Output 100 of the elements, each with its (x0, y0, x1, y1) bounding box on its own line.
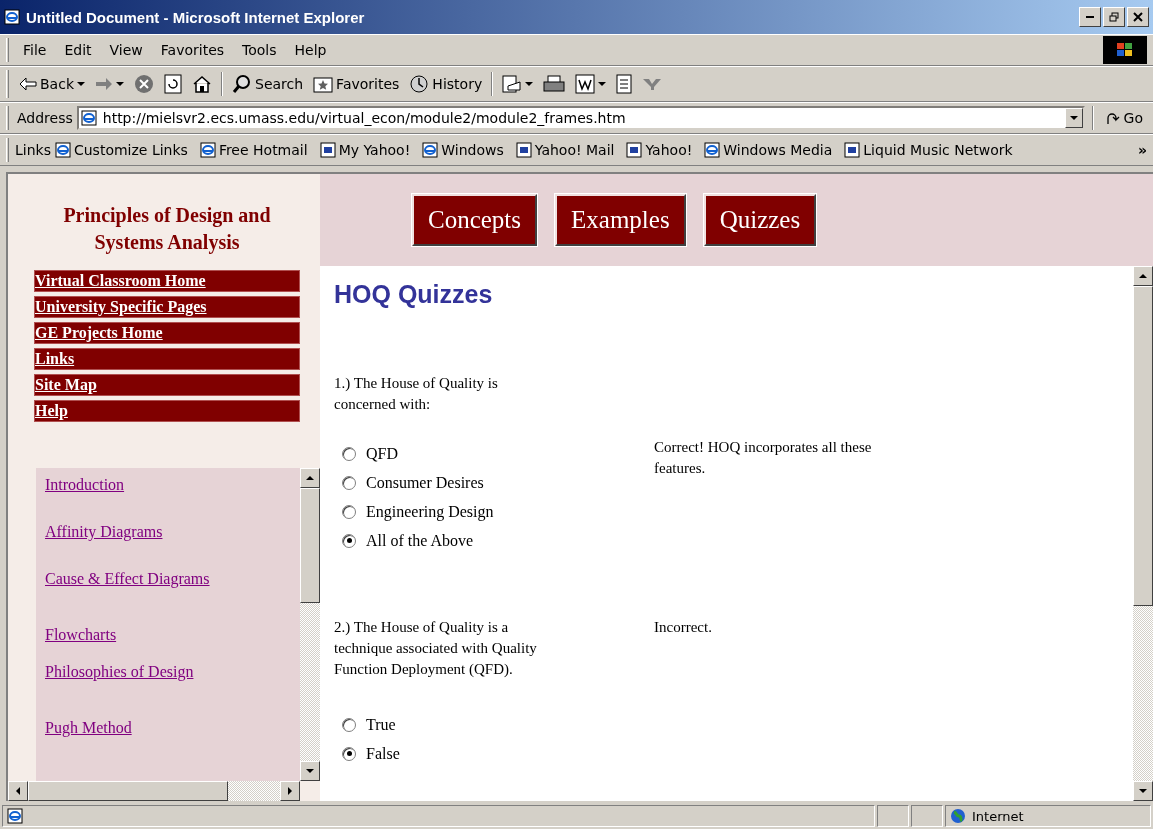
stop-icon (134, 74, 154, 94)
feedback-text: Incorrect. (654, 618, 713, 637)
links-label: Links (15, 142, 51, 158)
restore-button[interactable] (1103, 7, 1125, 27)
search-icon (232, 74, 252, 94)
topic-link[interactable]: Introduction (45, 476, 125, 494)
back-button[interactable]: Back (15, 74, 89, 94)
close-icon (1133, 12, 1143, 22)
topic-link[interactable]: Flowcharts (45, 626, 117, 644)
go-button[interactable]: Go (1100, 108, 1147, 128)
caret-icon (16, 787, 20, 795)
radio-button[interactable] (342, 504, 356, 519)
ie-icon (704, 142, 721, 158)
radio-button[interactable] (342, 533, 356, 548)
ie-icon (422, 142, 439, 158)
nav-link[interactable]: Site Map (34, 374, 300, 396)
nav-link[interactable]: Help (34, 400, 300, 422)
answer-option[interactable]: True (342, 710, 654, 739)
menu-item[interactable]: Help (286, 40, 335, 60)
minimize-button[interactable] (1079, 7, 1101, 27)
caret-icon (1069, 116, 1078, 120)
address-label: Address (17, 110, 73, 126)
menu-item[interactable]: Favorites (152, 40, 233, 60)
page-icon (319, 142, 336, 158)
question-text: 2.) The House of Quality is a technique associated with Quality Function Deployment (QFD). (334, 618, 538, 679)
go-arrow-icon (1104, 110, 1121, 126)
menu-item[interactable]: Tools (234, 40, 285, 60)
search-button[interactable]: Search (228, 72, 308, 96)
nav-button[interactable]: Quizzes (703, 194, 817, 246)
mail-icon (502, 74, 523, 94)
nav-button[interactable]: Examples (555, 194, 686, 246)
globe-icon (950, 808, 966, 824)
nav-link[interactable]: GE Projects Home (34, 322, 300, 344)
link-button[interactable]: Yahoo! (624, 140, 701, 160)
menu-item[interactable]: View (101, 40, 151, 60)
back-arrow-icon (19, 77, 37, 91)
link-button[interactable]: Yahoo! Mail (513, 140, 623, 160)
radio-button[interactable] (342, 446, 356, 461)
window-title: Untitled Document - Microsoft Internet Explorer (26, 8, 366, 26)
messenger-icon (642, 77, 663, 91)
home-icon (192, 75, 212, 93)
ie-icon (54, 142, 71, 158)
zone-label: Internet (972, 808, 1024, 824)
menu-item[interactable]: File (15, 40, 55, 60)
answer-option[interactable]: Engineering Design (342, 497, 654, 526)
refresh-icon (164, 74, 182, 94)
link-button[interactable]: Customize Links (52, 140, 196, 160)
nav-link[interactable]: Links (34, 348, 300, 370)
history-button[interactable]: History (405, 72, 487, 96)
forward-arrow-icon (95, 77, 113, 91)
flag-icon (1116, 42, 1134, 58)
status-pane (877, 805, 909, 827)
page-heading: HOQ Quizzes (334, 280, 494, 309)
site-title: Principles of Design and Systems Analysis (62, 203, 272, 256)
minimize-icon (1086, 16, 1094, 18)
page-icon (7, 808, 23, 824)
ie-icon (199, 142, 216, 158)
restore-icon (1109, 12, 1119, 22)
answer-option[interactable]: All of the Above (342, 526, 654, 555)
link-button[interactable]: Windows Media (702, 140, 841, 160)
link-button[interactable]: Free Hotmail (197, 140, 316, 160)
link-button[interactable]: Windows (420, 140, 512, 160)
printer-icon (543, 75, 566, 93)
topic-link[interactable]: Affinity Diagrams (45, 523, 163, 541)
nav-link[interactable]: Virtual Classroom Home (34, 270, 300, 292)
document-edit-icon (575, 74, 596, 94)
favorites-button[interactable]: Favorites (309, 73, 404, 95)
more-chevron[interactable]: » (1137, 142, 1147, 158)
radio-button[interactable] (342, 717, 356, 732)
horizontal-scrollbar[interactable] (8, 781, 300, 801)
answer-option[interactable]: False (342, 739, 654, 768)
caret-icon (1139, 789, 1147, 793)
app-icon (4, 9, 20, 25)
topic-link[interactable]: Cause & Effect Diagrams (45, 570, 210, 588)
feedback-text: Correct! HOQ incorporates all these features. (654, 438, 873, 478)
topic-link[interactable]: Pugh Method (45, 719, 132, 737)
dropdown-button[interactable] (1064, 108, 1083, 128)
caret-icon (306, 476, 314, 480)
caret-icon (288, 787, 292, 795)
answer-option[interactable]: QFD (342, 439, 654, 468)
document-icon (616, 74, 633, 94)
page-icon (515, 142, 532, 158)
topic-link[interactable]: Philosophies of Design (45, 663, 194, 681)
link-button[interactable]: My Yahoo! (317, 140, 419, 160)
star-folder-icon (313, 75, 334, 93)
caret-icon (306, 769, 314, 773)
link-button[interactable]: Liquid Music Network (842, 140, 1021, 160)
scrollbar[interactable] (1133, 266, 1153, 801)
address-field[interactable]: http://mielsvr2.ecs.umass.edu/virtual_econ/module2/module2_frames.htm (76, 106, 1085, 130)
close-button[interactable] (1127, 7, 1149, 27)
answer-option[interactable]: Consumer Desires (342, 468, 654, 497)
nav-link[interactable]: University Specific Pages (34, 296, 300, 318)
menu-item[interactable]: Edit (56, 40, 100, 60)
radio-button[interactable] (342, 746, 356, 761)
caret-icon (1139, 274, 1147, 278)
scrollbar[interactable] (300, 468, 320, 781)
radio-button[interactable] (342, 475, 356, 490)
status-pane (911, 805, 943, 827)
nav-button[interactable]: Concepts (412, 194, 538, 246)
history-icon (409, 74, 430, 94)
